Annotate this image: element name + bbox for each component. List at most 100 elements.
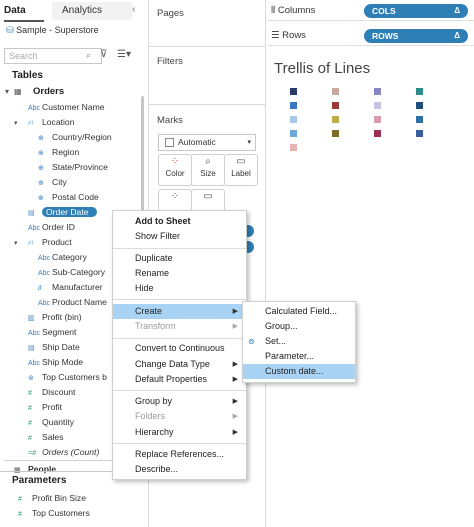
field-postal-code[interactable]: ⊕ Postal Code [38, 190, 99, 204]
field-country-region[interactable]: ⊕ Country/Region [38, 130, 112, 144]
sheet-title: Trellis of Lines [274, 60, 371, 77]
menu-rename[interactable]: Rename [113, 266, 246, 281]
menu-separator [113, 338, 246, 339]
orders-table[interactable]: Orders [33, 86, 64, 97]
menu-default-properties[interactable]: Default Properties ▶ [113, 372, 246, 387]
menu-duplicate[interactable]: Duplicate [113, 251, 246, 266]
field-city[interactable]: ⊕ City [38, 175, 67, 189]
detail-icon: ⁘ [170, 191, 180, 202]
calendar-icon: ▤ [28, 210, 35, 217]
menu-group-by[interactable]: Group by ▶ [113, 394, 246, 409]
pages-card-title: Pages [157, 8, 184, 19]
submenu-group[interactable]: Group... [243, 319, 355, 334]
color-swatch [374, 88, 381, 95]
tab-analytics[interactable]: Analytics [52, 2, 132, 20]
menu-describe[interactable]: Describe... [113, 462, 246, 477]
submenu-arrow-icon: ▶ [232, 398, 238, 405]
label-label: Label [231, 169, 251, 178]
menu-change-data-type[interactable]: Change Data Type ▶ [113, 357, 246, 372]
delta-icon: Δ [454, 6, 460, 15]
string-icon: Abc [28, 105, 41, 112]
rows-label: Rows [282, 30, 306, 41]
field-customer-name[interactable]: Abc Customer Name [28, 100, 105, 114]
mark-type-select[interactable]: Automatic ▾ [158, 134, 256, 151]
color-swatch [332, 88, 339, 95]
string-icon: Abc [38, 255, 51, 262]
field-order-date[interactable]: ▤ Order Date [28, 205, 97, 219]
field-profit[interactable]: # Profit [28, 400, 62, 414]
people-table[interactable]: ▦People [14, 462, 56, 476]
tab-data[interactable]: Data [4, 2, 44, 22]
number-icon: # [18, 511, 22, 518]
columns-label: Columns [277, 5, 316, 16]
menu-create[interactable]: Create ▶ [113, 304, 246, 319]
set-icon: ⊚ [248, 337, 255, 346]
view-options-icon[interactable]: ☰▾ [117, 49, 131, 60]
text-label-icon: ▭ [236, 156, 246, 167]
context-menu: Add to Sheet Show Filter Duplicate Renam… [112, 210, 247, 480]
datasource[interactable]: ⛁ Sample - Superstore [6, 25, 99, 36]
rows-shelf[interactable]: ☰ Rows ROWS Δ [268, 27, 474, 46]
menu-add-to-sheet[interactable]: Add to Sheet [113, 214, 246, 229]
datasource-icon: ⛁ [6, 25, 14, 35]
submenu-parameter[interactable]: Parameter... [243, 349, 355, 364]
field-location[interactable]: ▾ ⛙ Location [14, 115, 75, 129]
submenu-calculated-field[interactable]: Calculated Field... [243, 304, 355, 319]
cols-pill[interactable]: COLS Δ [364, 4, 468, 18]
field-sub-category[interactable]: Abc Sub-Category [38, 265, 105, 279]
parameter-top-customers[interactable]: # Top Customers [18, 506, 90, 520]
label-button[interactable]: ▭ Label [224, 154, 258, 186]
delta-icon: Δ [454, 31, 460, 40]
color-swatch [332, 102, 339, 109]
field-product[interactable]: ▾ ⛙ Product [14, 235, 72, 249]
marks-card-title: Marks [157, 115, 183, 126]
number-icon: # [28, 420, 32, 427]
field-segment[interactable]: Abc Segment [28, 325, 76, 339]
chevron-down-icon: ▾ [247, 139, 251, 146]
field-manufacturer[interactable]: ∂ Manufacturer [38, 280, 103, 294]
color-button[interactable]: ⁘ Color [158, 154, 192, 186]
submenu-arrow-icon: ▶ [232, 308, 238, 315]
field-ship-mode[interactable]: Abc Ship Mode [28, 355, 83, 369]
menu-folders: Folders ▶ [113, 409, 246, 424]
menu-hierarchy[interactable]: Hierarchy ▶ [113, 425, 246, 440]
field-product-name[interactable]: Abc Product Name [38, 295, 107, 309]
hierarchy-icon: ⛙ [28, 120, 33, 127]
menu-hide[interactable]: Hide [113, 281, 246, 296]
submenu-arrow-icon: ▶ [232, 429, 238, 436]
size-button[interactable]: ⌕ Size [191, 154, 225, 186]
globe-icon: ⊕ [38, 195, 44, 202]
filter-icon[interactable]: ⊽ [100, 49, 107, 60]
field-top-customers-by[interactable]: ⊚ Top Customers b [28, 370, 107, 384]
divider [149, 104, 265, 105]
field-sales[interactable]: # Sales [28, 430, 64, 444]
collapse-pane-icon[interactable]: ‹ [132, 4, 144, 15]
field-region[interactable]: ⊕ Region [38, 145, 79, 159]
expand-icon: ▾ [14, 120, 18, 127]
rows-pill[interactable]: ROWS Δ [364, 29, 468, 43]
size-label: Size [200, 169, 216, 178]
menu-replace-references[interactable]: Replace References... [113, 447, 246, 462]
field-profit-bin[interactable]: ▥ Profit (bin) [28, 310, 82, 324]
parameter-profit-bin-size[interactable]: # Profit Bin Size [18, 491, 86, 505]
submenu-custom-date[interactable]: Custom date... [243, 364, 355, 379]
size-icon: ⌕ [205, 156, 211, 167]
field-category[interactable]: Abc Category [38, 250, 87, 264]
menu-separator [113, 299, 246, 300]
menu-show-filter[interactable]: Show Filter [113, 229, 246, 244]
columns-shelf[interactable]: ⦀ Columns COLS Δ [268, 2, 474, 21]
menu-transform: Transform ▶ [113, 319, 246, 334]
field-quantity[interactable]: # Quantity [28, 415, 74, 429]
globe-icon: ⊕ [38, 165, 44, 172]
field-discount[interactable]: # Discount [28, 385, 75, 399]
menu-convert-to-continuous[interactable]: Convert to Continuous [113, 341, 246, 356]
hierarchy-icon: ⛙ [28, 240, 33, 247]
field-orders-count[interactable]: =# Orders (Count) [28, 445, 99, 459]
field-ship-date[interactable]: ▤ Ship Date [28, 340, 80, 354]
color-label: Color [165, 169, 185, 178]
expand-orders-icon[interactable]: ▾ [5, 87, 9, 96]
globe-icon: ⊕ [38, 150, 44, 157]
submenu-set[interactable]: ⊚ Set... [243, 334, 355, 349]
field-state-province[interactable]: ⊕ State/Province [38, 160, 108, 174]
field-order-id[interactable]: Abc Order ID [28, 220, 75, 234]
